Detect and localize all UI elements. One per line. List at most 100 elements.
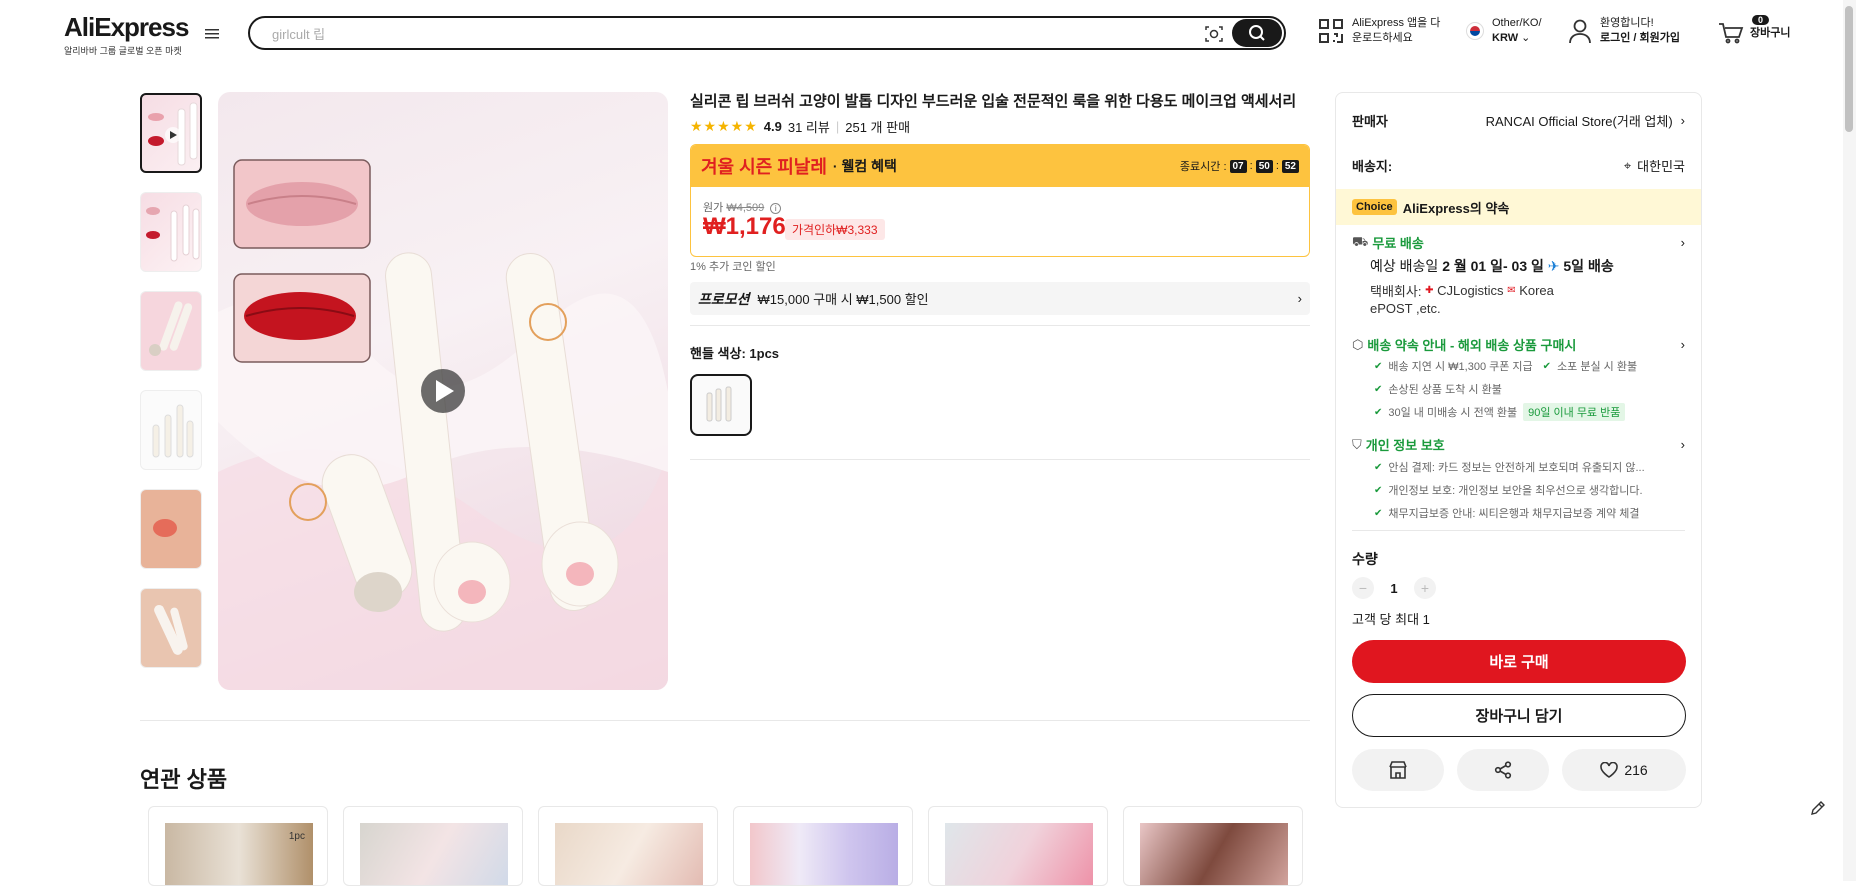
product-title: 실리콘 립 브러쉬 고양이 발톱 디자인 부드러운 입술 전문적인 룩을 위한 … [690,93,1297,110]
quantity-stepper: − 1 + [1352,577,1685,599]
related-product-card[interactable] [343,806,523,886]
thumbnail-5[interactable] [140,489,202,569]
related-title: 연관 상품 [140,767,228,792]
promise-item: ✔ 손상된 상품 도착 시 환불 [1374,383,1502,397]
camera-search-icon[interactable] [1204,24,1224,44]
wishlist-button[interactable]: 216 [1562,749,1686,791]
related-product-card[interactable] [733,806,913,886]
app-download[interactable]: AliExpress 앱을 다 운로드하세요 [1318,16,1440,46]
store-button[interactable] [1352,749,1444,791]
privacy-row[interactable]: ⛉ 개인 정보 보호 › [1352,435,1685,454]
chevron-down-icon: ⌄ [1521,32,1531,44]
buy-now-button[interactable]: 바로 구매 [1352,640,1686,683]
quantity-value[interactable]: 1 [1374,581,1414,596]
ship-label: 배송지: [1352,159,1393,174]
carrier-1: CJLogistics [1437,283,1504,298]
currency: KRW [1492,32,1519,44]
countdown-timer: 종료시간 : 07: 50: 52 [1180,158,1299,174]
free-shipping-label: 무료 배송 [1372,236,1424,251]
privacy-item: ✔ 개인정보 보호: 개인정보 보안을 최우선으로 생각합니다. [1374,484,1643,498]
related-product-card[interactable]: 1pc [148,806,328,886]
heart-icon [1600,762,1619,778]
scrollbar-track[interactable] [1843,0,1856,881]
privacy-item: ✔ 안심 결제: 카드 정보는 안전하게 보호되며 유출되지 않... [1374,461,1645,475]
related-product-card[interactable] [1123,806,1303,886]
korea-flag-icon [1466,22,1484,40]
carrier-2: Korea [1519,283,1554,298]
main-product-image[interactable] [218,92,668,690]
locale-selector[interactable]: Other/KO/ KRW ⌄ [1466,16,1542,46]
qr-icon [1319,19,1343,43]
related-product-card[interactable] [538,806,718,886]
color-swatch-1pcs[interactable] [690,374,752,436]
check-icon: ✔ [1374,484,1383,496]
ship-to-row[interactable]: 배송지: ⌖ 대한민국 [1352,156,1685,175]
search-input[interactable]: girlcult 립 [272,24,325,43]
carrier-row: 택배회사: ✚ CJLogistics ✉ Korea [1370,281,1685,300]
rating-value: 4.9 [763,119,782,134]
eta-row: 예상 배송일 2 월 01 일- 03 일 ✈ 5일 배송 [1370,256,1685,276]
promotion-tag: 프로모션 [698,290,750,307]
seller-row[interactable]: 판매자 RANCAI Official Store(거래 업체) › [1352,111,1685,130]
promise-item: ✔ 배송 지연 시 ₩1,300 쿠폰 지급 ✔ 소포 분실 시 환불 [1374,360,1638,374]
check-icon: ✔ [1542,360,1552,372]
plane-icon: ✈ [1547,257,1560,274]
chevron-right-icon: › [1680,235,1685,250]
divider [140,720,1310,721]
wishlist-count: 216 [1624,762,1648,778]
card-badge: 1pc [288,831,305,842]
cart-count-badge: 0 [1752,15,1770,25]
chevron-right-icon: › [1680,437,1685,452]
thumbnail-2[interactable] [140,192,202,272]
chevron-right-icon: › [1680,113,1685,128]
cart-button[interactable]: 장바구니 [1718,22,1790,44]
scrollbar-thumb[interactable] [1845,6,1853,132]
check-icon: ✔ [1374,406,1383,418]
quantity-increase-button[interactable]: + [1414,577,1436,599]
sale-price: ₩1,176 [703,213,786,240]
welcome-text: 환영합니다! [1600,17,1654,29]
timer-minutes: 50 [1255,159,1273,173]
add-to-cart-button[interactable]: 장바구니 담기 [1352,694,1686,737]
carrier-label: 택배회사: [1370,284,1422,299]
search-bar[interactable]: girlcult 립 [248,16,1286,50]
thumbnail-6[interactable] [140,588,202,668]
review-count[interactable]: 31 리뷰 [788,117,830,136]
related-product-card[interactable] [928,806,1108,886]
thumbnail-3[interactable] [140,291,202,371]
chevron-right-icon: › [1680,337,1685,352]
thumbnail-4[interactable] [140,390,202,470]
location-icon: ⌖ [1623,157,1632,173]
chevron-right-icon: › [1297,291,1302,306]
check-icon: ✔ [1374,461,1383,473]
share-button[interactable] [1457,749,1549,791]
search-button[interactable] [1232,19,1282,47]
ship-country[interactable]: 대한민국 [1637,156,1685,175]
promotion-row[interactable]: 프로모션 ₩15,000 구매 시 ₩1,500 할인 › [690,282,1310,315]
cart-label: 장바구니 [1750,26,1791,39]
divider [690,459,1310,460]
seller-label: 판매자 [1352,114,1388,129]
promotion-text: ₩15,000 구매 시 ₩1,500 할인 [757,292,929,307]
promise-item: ✔ 30일 내 미배송 시 전액 환불 90일 이내 무료 반품 [1374,403,1685,421]
quantity-decrease-button[interactable]: − [1352,577,1374,599]
menu-icon[interactable] [202,24,222,44]
free-return-tag: 90일 이내 무료 반품 [1523,403,1626,421]
shield-icon: ⛉ [1352,436,1362,452]
privacy-item: ✔ 채무지급보증 안내: 씨티은행과 채무지급보증 계약 체결 [1374,507,1640,521]
login-link[interactable]: 로그인 / 회원가입 [1600,32,1680,44]
aliexpress-logo[interactable]: AliExpress 알리바바 그룹 글로벌 오픈 마켓 [64,12,204,57]
free-shipping-row[interactable]: ⛟ 무료 배송 › [1352,233,1685,252]
delivery-promise-row[interactable]: ⬡ 배송 약속 안내 - 해외 배송 상품 구매시 › [1352,335,1685,354]
account-menu[interactable]: 환영합니다! 로그인 / 회원가입 [1568,16,1680,46]
promo-box: 겨울 시즌 피날레 · 웰컴 혜택 종료시간 : 07: 50: 52 원가 ₩… [690,144,1310,257]
seller-name[interactable]: RANCAI Official Store(거래 업체) [1486,111,1673,130]
timer-seconds: 52 [1281,159,1299,173]
coin-discount: 1% 추가 코인 할인 [690,261,776,273]
truck-icon: ⛟ [1352,233,1369,249]
user-icon [1569,19,1591,44]
edit-icon[interactable] [1808,798,1828,823]
divider [1352,530,1685,531]
thumbnail-1[interactable] [140,93,202,173]
privacy-title: 개인 정보 보호 [1365,438,1445,453]
